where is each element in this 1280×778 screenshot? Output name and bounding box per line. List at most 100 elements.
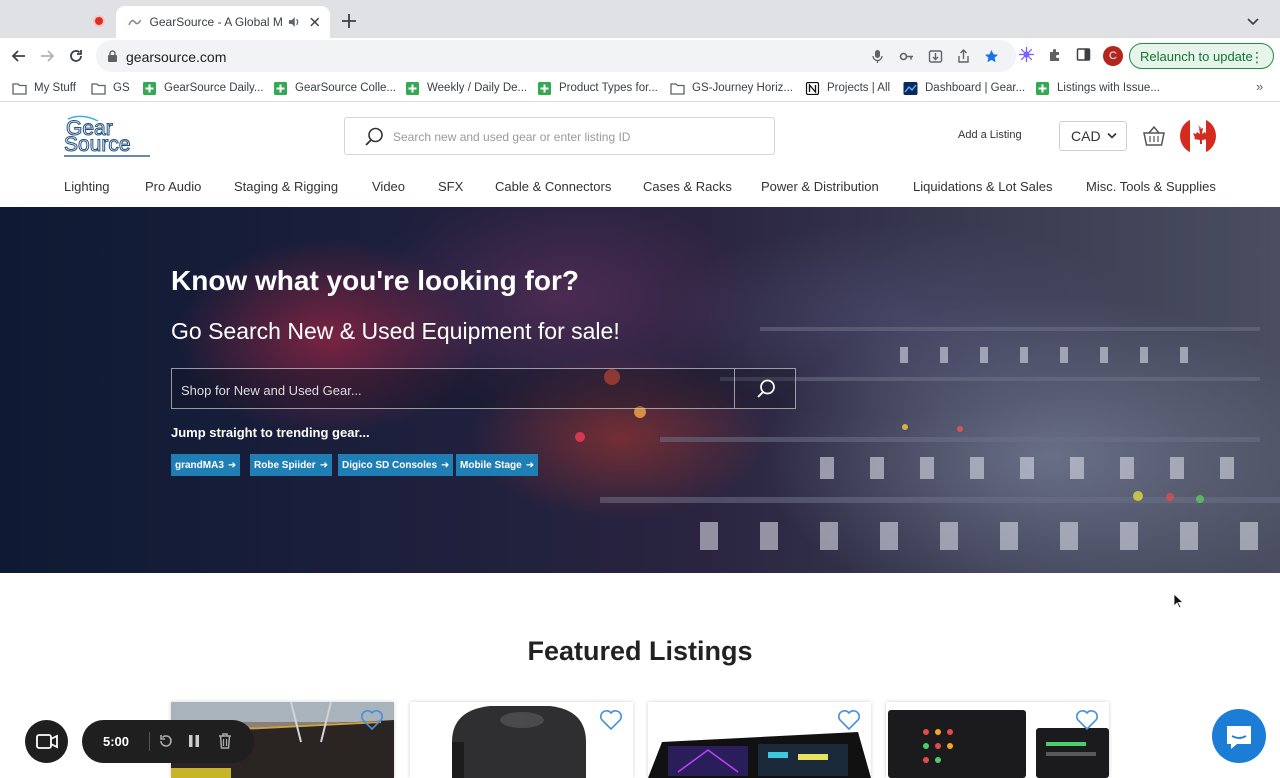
restart-icon[interactable] bbox=[158, 733, 174, 749]
forward-arrow-icon[interactable] bbox=[38, 47, 56, 65]
chat-widget-button[interactable] bbox=[1212, 709, 1266, 763]
trending-label: Jump straight to trending gear... bbox=[171, 425, 370, 440]
speaker-icon[interactable] bbox=[287, 15, 301, 29]
bookmarks-bar: My Stuff GS GearSource Daily... GearSour… bbox=[0, 74, 1280, 102]
nav-item-liquidations[interactable]: Liquidations & Lot Sales bbox=[913, 179, 1052, 194]
bookmark-item[interactable]: GS bbox=[91, 80, 130, 96]
close-tab-icon[interactable] bbox=[308, 15, 322, 29]
sheets-icon bbox=[274, 81, 287, 95]
key-icon[interactable] bbox=[899, 49, 914, 64]
bookmark-item[interactable]: Weekly / Daily De... bbox=[405, 80, 527, 96]
svg-text:Source: Source bbox=[64, 133, 131, 156]
recorder-controls: 5:00 bbox=[82, 720, 254, 763]
featured-listing-card[interactable] bbox=[410, 702, 633, 778]
bookmark-item[interactable]: Product Types for... bbox=[537, 80, 658, 96]
nav-item-misc-tools[interactable]: Misc. Tools & Supplies bbox=[1086, 179, 1216, 194]
lock-icon[interactable] bbox=[107, 50, 118, 62]
heart-icon[interactable] bbox=[1075, 709, 1099, 731]
browser-toolbar: gearsource.com C Relaunch to update ⋮ bbox=[0, 38, 1280, 74]
bookmark-item[interactable]: GS-Journey Horiz... bbox=[670, 80, 793, 96]
nav-item-sfx[interactable]: SFX bbox=[438, 179, 463, 194]
pause-icon[interactable] bbox=[186, 733, 202, 749]
url-text[interactable]: gearsource.com bbox=[126, 49, 226, 65]
chevron-down-icon bbox=[1107, 132, 1117, 139]
side-panel-icon[interactable] bbox=[1076, 47, 1091, 62]
header-search-input[interactable] bbox=[393, 127, 763, 147]
dashboard-icon bbox=[903, 81, 918, 95]
featured-listing-card[interactable] bbox=[886, 702, 1109, 778]
trending-chip-mobile-stage[interactable]: Mobile Stage ➜ bbox=[456, 454, 539, 476]
trash-icon[interactable] bbox=[217, 732, 233, 750]
search-icon[interactable] bbox=[363, 126, 385, 148]
currency-select[interactable]: CAD bbox=[1059, 121, 1127, 151]
reload-icon[interactable] bbox=[67, 47, 85, 65]
bookmark-item[interactable]: Dashboard | Gear... bbox=[903, 80, 1025, 96]
bookmark-item[interactable]: My Stuff bbox=[12, 80, 76, 96]
sheets-icon bbox=[1036, 81, 1049, 95]
bookmark-item[interactable]: Projects | All bbox=[805, 80, 890, 96]
site-header: Gear Source Add a Listing CAD Lighting P… bbox=[0, 103, 1280, 207]
heart-icon[interactable] bbox=[360, 709, 384, 731]
install-app-icon[interactable] bbox=[928, 49, 943, 64]
recorder-camera-button[interactable] bbox=[25, 720, 68, 763]
gearsource-favicon-icon bbox=[128, 19, 142, 26]
arrow-right-icon: ➜ bbox=[441, 459, 450, 471]
share-icon[interactable] bbox=[956, 49, 971, 64]
add-listing-link[interactable]: Add a Listing bbox=[958, 129, 1022, 141]
search-icon bbox=[757, 379, 775, 398]
trending-chip-digico[interactable]: Digico SD Consoles ➜ bbox=[338, 454, 454, 476]
browser-tab-active[interactable]: GearSource - A Global Marketplace bbox=[116, 6, 330, 38]
hero-search-box[interactable] bbox=[171, 368, 796, 409]
sheets-icon bbox=[538, 81, 551, 95]
chat-bubble-icon bbox=[1227, 726, 1251, 749]
bookmark-item[interactable]: GearSource Colle... bbox=[273, 80, 396, 96]
bookmark-item[interactable]: GearSource Daily... bbox=[142, 80, 264, 96]
new-tab-icon[interactable] bbox=[340, 12, 358, 30]
category-nav: Lighting Pro Audio Staging & Rigging Vid… bbox=[0, 176, 1280, 198]
more-vertical-icon[interactable]: ⋮ bbox=[1250, 49, 1264, 66]
recording-indicator-icon bbox=[93, 15, 105, 27]
chevron-down-icon[interactable] bbox=[1246, 14, 1260, 28]
trending-chip-robe-spiider[interactable]: Robe Spiider ➜ bbox=[250, 454, 333, 476]
nav-item-pro-audio[interactable]: Pro Audio bbox=[145, 179, 201, 194]
featured-listings-title: Featured Listings bbox=[527, 636, 753, 666]
nav-item-cable-connectors[interactable]: Cable & Connectors bbox=[495, 179, 611, 194]
hero-search-input[interactable] bbox=[181, 380, 721, 400]
microphone-icon[interactable] bbox=[870, 49, 885, 64]
heart-icon[interactable] bbox=[837, 709, 861, 731]
hero-subtitle: Go Search New & Used Equipment for sale! bbox=[171, 318, 620, 344]
folder-icon bbox=[12, 82, 27, 95]
logo-mark-icon: Gear Source bbox=[64, 115, 150, 157]
nav-item-video[interactable]: Video bbox=[372, 179, 405, 194]
profile-avatar[interactable]: C bbox=[1103, 46, 1123, 66]
gearsource-logo[interactable]: Gear Source bbox=[64, 115, 154, 159]
back-arrow-icon[interactable] bbox=[10, 47, 28, 65]
nav-item-staging-rigging[interactable]: Staging & Rigging bbox=[234, 179, 338, 194]
address-bar[interactable]: gearsource.com bbox=[96, 40, 1016, 72]
header-search-box[interactable] bbox=[344, 117, 775, 155]
notion-icon bbox=[805, 81, 820, 95]
arrow-right-icon: ➜ bbox=[227, 459, 237, 471]
currency-value: CAD bbox=[1071, 128, 1101, 144]
nav-item-cases-racks[interactable]: Cases & Racks bbox=[643, 179, 732, 194]
nav-item-power-distribution[interactable]: Power & Distribution bbox=[761, 179, 879, 194]
arrow-right-icon: ➜ bbox=[319, 459, 329, 471]
more-bookmarks-icon[interactable]: » bbox=[1256, 79, 1263, 94]
bookmark-star-icon[interactable] bbox=[984, 49, 999, 64]
extension-spark-icon[interactable] bbox=[1019, 47, 1034, 62]
hero-title: Know what you're looking for? bbox=[171, 265, 579, 296]
bookmark-item[interactable]: Listings with Issue... bbox=[1035, 80, 1160, 96]
relaunch-button[interactable]: Relaunch to update ⋮ bbox=[1129, 43, 1274, 69]
hero-banner: Know what you're looking for? Go Search … bbox=[0, 207, 1280, 573]
trending-chip-grandma3[interactable]: grandMA3 ➜ bbox=[171, 454, 241, 476]
extensions-puzzle-icon[interactable] bbox=[1048, 47, 1063, 62]
hero-search-button[interactable] bbox=[734, 369, 796, 408]
cart-basket-icon[interactable] bbox=[1142, 125, 1166, 147]
featured-listing-card[interactable] bbox=[648, 702, 871, 778]
nav-item-lighting[interactable]: Lighting bbox=[64, 179, 110, 194]
heart-icon[interactable] bbox=[599, 709, 623, 731]
sheets-icon bbox=[406, 81, 419, 95]
sheets-icon bbox=[143, 81, 156, 95]
recorder-divider bbox=[149, 732, 150, 751]
canada-flag-icon[interactable] bbox=[1180, 118, 1216, 154]
